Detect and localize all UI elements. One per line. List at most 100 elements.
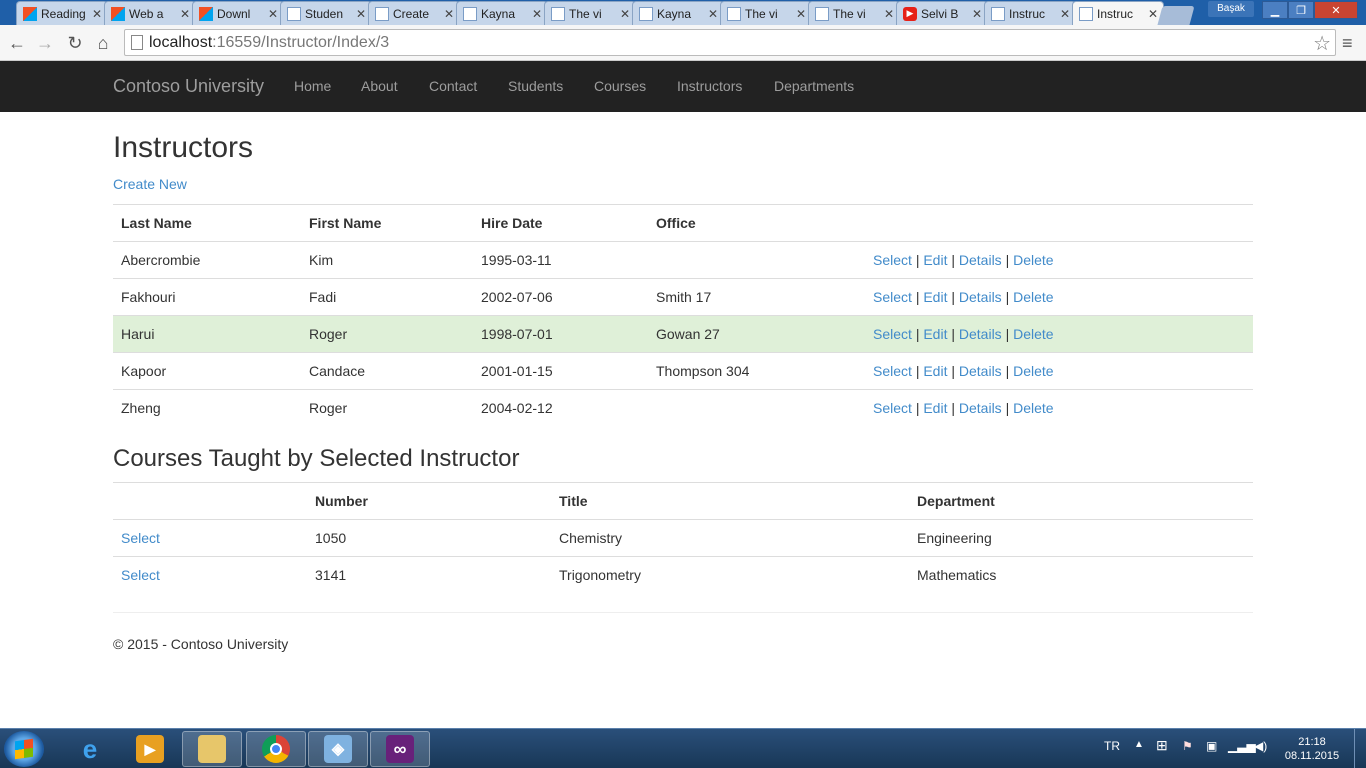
new-tab-button[interactable] (1157, 6, 1195, 25)
signal-strength-icon[interactable]: ▁▃▅ (1228, 739, 1256, 753)
browser-tab-active[interactable]: Instruc ✕ (1072, 1, 1164, 26)
last-name-cell: Zheng (113, 389, 301, 427)
language-indicator[interactable]: TR (1104, 739, 1120, 753)
browser-tab[interactable]: Kayna ✕ (456, 1, 548, 25)
details-link[interactable]: Details (959, 400, 1002, 416)
show-desktop-button[interactable] (1354, 729, 1366, 768)
address-bar[interactable]: localhost:16559/Instructor/Index/3 ☆ (124, 29, 1336, 56)
action-center-icon[interactable]: ⚑ (1182, 739, 1193, 753)
select-link[interactable]: Select (873, 289, 912, 305)
edit-link[interactable]: Edit (923, 252, 947, 268)
delete-link[interactable]: Delete (1013, 326, 1053, 342)
create-new-link[interactable]: Create New (113, 176, 187, 192)
browser-tab[interactable]: The vi ✕ (544, 1, 636, 25)
nav-contact[interactable]: Contact (429, 78, 477, 94)
menu-icon[interactable]: ≡ (1342, 33, 1353, 54)
taskbar-media-player[interactable]: ▶ (120, 731, 180, 767)
taskbar-file-explorer[interactable] (182, 731, 242, 767)
window-close-button[interactable]: ✕ (1314, 1, 1358, 19)
maximize-button[interactable]: ❐ (1288, 1, 1314, 19)
select-link[interactable]: Select (873, 363, 912, 379)
windows-flag-icon[interactable]: ⊞ (1156, 737, 1168, 754)
select-link[interactable]: Select (873, 252, 912, 268)
details-link[interactable]: Details (959, 289, 1002, 305)
browser-tab[interactable]: Studen ✕ (280, 1, 372, 25)
close-icon[interactable]: ✕ (90, 7, 104, 21)
edit-link[interactable]: Edit (923, 326, 947, 342)
close-icon[interactable]: ✕ (442, 7, 456, 21)
bookmark-star-icon[interactable]: ☆ (1313, 31, 1331, 56)
browser-tab[interactable]: Reading ✕ (16, 1, 108, 25)
browser-tab[interactable]: Create ✕ (368, 1, 460, 25)
clock[interactable]: 21:18 08.11.2015 (1282, 735, 1342, 763)
chrome-icon (262, 735, 290, 763)
close-icon[interactable]: ✕ (706, 7, 720, 21)
browser-tab[interactable]: The vi ✕ (720, 1, 812, 25)
delete-link[interactable]: Delete (1013, 363, 1053, 379)
close-icon[interactable]: ✕ (354, 7, 368, 21)
delete-link[interactable]: Delete (1013, 400, 1053, 416)
back-arrow-icon[interactable]: ← (6, 32, 28, 54)
reload-icon[interactable]: ↻ (64, 32, 86, 54)
volume-icon[interactable]: ◀) (1254, 739, 1267, 753)
select-link[interactable]: Select (121, 530, 160, 546)
close-icon[interactable]: ✕ (530, 7, 544, 21)
nav-courses[interactable]: Courses (594, 78, 646, 94)
column-header: Last Name (113, 204, 301, 242)
edit-link[interactable]: Edit (923, 400, 947, 416)
select-link[interactable]: Select (121, 567, 160, 583)
table-row: Select 1050 Chemistry Engineering (113, 519, 1253, 557)
edit-link[interactable]: Edit (923, 363, 947, 379)
browser-tab[interactable]: Kayna ✕ (632, 1, 724, 25)
browser-tab[interactable]: Downl ✕ (192, 1, 284, 25)
browser-tab[interactable]: The vi ✕ (808, 1, 900, 25)
taskbar-chrome[interactable] (246, 731, 306, 767)
page-icon (815, 6, 829, 21)
separator: | (951, 326, 955, 342)
tab-label: The vi (833, 6, 866, 21)
details-link[interactable]: Details (959, 363, 1002, 379)
last-name-cell: Kapoor (113, 352, 301, 390)
close-icon[interactable]: ✕ (794, 7, 808, 21)
nav-departments[interactable]: Departments (774, 78, 854, 94)
brand-link[interactable]: Contoso University (113, 76, 264, 97)
details-link[interactable]: Details (959, 326, 1002, 342)
close-icon[interactable]: ✕ (1058, 7, 1072, 21)
taskbar-network-app[interactable]: ◈ (308, 731, 368, 767)
close-icon[interactable]: ✕ (970, 7, 984, 21)
start-button[interactable] (4, 731, 44, 767)
forward-arrow-icon[interactable]: → (34, 32, 56, 54)
close-icon[interactable]: ✕ (882, 7, 896, 21)
nav-home[interactable]: Home (294, 78, 331, 94)
minimize-button[interactable]: ▁ (1262, 1, 1288, 19)
select-link[interactable]: Select (873, 326, 912, 342)
details-link[interactable]: Details (959, 252, 1002, 268)
browser-tab[interactable]: Instruc ✕ (984, 1, 1076, 25)
nav-about[interactable]: About (361, 78, 398, 94)
delete-link[interactable]: Delete (1013, 289, 1053, 305)
browser-tab[interactable]: ▶ Selvi B ✕ (896, 1, 988, 25)
actions-cell: Select | Edit | Details | Delete (865, 241, 1253, 279)
taskbar-visual-studio[interactable]: ∞ (370, 731, 430, 767)
browser-tab[interactable]: Web a ✕ (104, 1, 196, 25)
close-icon[interactable]: ✕ (618, 7, 632, 21)
close-icon[interactable]: ✕ (266, 7, 280, 21)
profile-badge[interactable]: Başak (1208, 1, 1254, 17)
office-cell: Gowan 27 (648, 315, 865, 353)
page-icon (131, 35, 143, 50)
select-link[interactable]: Select (873, 400, 912, 416)
home-icon[interactable]: ⌂ (92, 32, 114, 54)
separator: | (951, 400, 955, 417)
windows-icon (111, 6, 125, 21)
edit-link[interactable]: Edit (923, 289, 947, 305)
taskbar-internet-explorer[interactable]: e (60, 731, 120, 767)
nav-students[interactable]: Students (508, 78, 563, 94)
separator: | (915, 289, 920, 305)
show-hidden-icons-icon[interactable]: ▲ (1134, 739, 1144, 750)
close-icon[interactable]: ✕ (178, 7, 192, 21)
device-icon[interactable]: ▣ (1206, 739, 1217, 753)
tab-label: Kayna (657, 6, 692, 21)
nav-instructors[interactable]: Instructors (677, 78, 742, 94)
delete-link[interactable]: Delete (1013, 252, 1053, 268)
actions-cell: Select | Edit | Details | Delete (865, 278, 1253, 316)
